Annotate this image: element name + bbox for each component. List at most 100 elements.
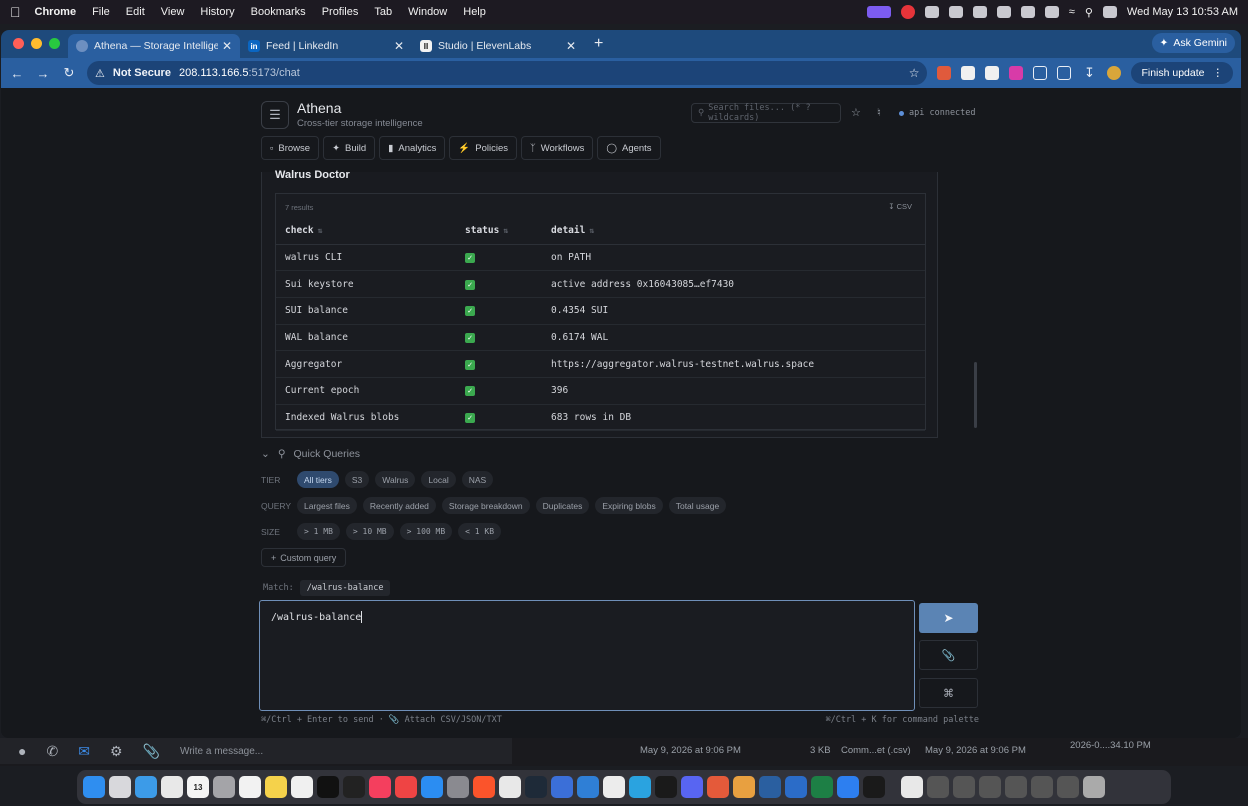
cursor-icon[interactable] (863, 776, 885, 798)
window-thumbnail-icon[interactable] (979, 776, 1001, 798)
send-button[interactable]: ➤ (919, 603, 978, 633)
minimize-window-icon[interactable] (31, 38, 42, 49)
freeform-icon[interactable] (291, 776, 313, 798)
app-icon[interactable] (759, 776, 781, 798)
column-header-detail[interactable]: detail ⇅ (542, 218, 925, 245)
chat-bubble-icon[interactable]: ✉ (78, 743, 90, 760)
tray-app-icon[interactable] (924, 6, 939, 18)
app-icon[interactable] (837, 776, 859, 798)
launchpad-icon[interactable] (109, 776, 131, 798)
message-input[interactable]: Write a message... (180, 746, 263, 757)
ask-gemini-button[interactable]: ✦ Ask Gemini (1151, 33, 1235, 53)
gear-icon[interactable]: ⚙ (110, 743, 123, 760)
query-chip[interactable]: Total usage (668, 497, 727, 514)
slack-icon[interactable] (603, 776, 625, 798)
bookmark-star-icon[interactable]: ☆ (909, 66, 920, 80)
tray-app-icon[interactable] (972, 6, 987, 18)
search-input[interactable]: ⚲ Search files... (* ? wildcards) (691, 103, 841, 123)
photos-icon[interactable] (161, 776, 183, 798)
tab-elevenlabs[interactable]: II Studio | ElevenLabs ✕ (412, 34, 584, 58)
music-icon[interactable] (369, 776, 391, 798)
tier-chip-s3[interactable]: S3 (344, 471, 370, 488)
tier-chip-walrus[interactable]: Walrus (375, 471, 416, 488)
tier-chip-all[interactable]: All tiers (297, 471, 339, 488)
address-bar[interactable]: ⚠ Not Secure 208.113.166.5:5173/chat ☆ (87, 61, 928, 85)
menu-app-name[interactable]: Chrome (35, 6, 77, 18)
window-thumbnail-icon[interactable] (1031, 776, 1053, 798)
brave-icon[interactable] (473, 776, 495, 798)
app-icon[interactable] (525, 776, 547, 798)
side-panel-icon[interactable] (1057, 66, 1072, 80)
menu-clock[interactable]: Wed May 13 10:53 AM (1127, 6, 1238, 18)
finder-icon[interactable] (83, 776, 105, 798)
extension-icon[interactable] (985, 66, 1000, 80)
discord-icon[interactable] (681, 776, 703, 798)
extension-icon[interactable] (961, 66, 976, 80)
menu-window[interactable]: Window (408, 6, 447, 18)
window-thumbnail-icon[interactable] (953, 776, 975, 798)
phone-icon[interactable]: ✆ (46, 743, 58, 760)
tray-app-icon[interactable] (948, 6, 963, 18)
finish-update-button[interactable]: Finish update ⋮ (1131, 62, 1233, 84)
star-icon[interactable]: ☆ (851, 106, 861, 119)
size-chip[interactable]: > 100 MB (399, 523, 453, 540)
app-icon[interactable] (733, 776, 755, 798)
menu-tab[interactable]: Tab (374, 6, 392, 18)
trash-icon[interactable] (1083, 776, 1105, 798)
size-chip[interactable]: > 1 MB (297, 523, 340, 540)
new-tab-icon[interactable]: + (594, 35, 603, 53)
news-icon[interactable] (395, 776, 417, 798)
menu-edit[interactable]: Edit (126, 6, 145, 18)
telegram-icon[interactable] (629, 776, 651, 798)
extension-icon[interactable] (937, 66, 952, 80)
close-window-icon[interactable] (13, 38, 24, 49)
command-palette-button[interactable]: ⌘ (919, 678, 978, 708)
contact-icon[interactable]: ● (18, 743, 26, 759)
apple-icon[interactable]:  (10, 4, 21, 20)
tv-icon[interactable] (317, 776, 339, 798)
keyboard-icon[interactable] (1020, 6, 1035, 18)
reload-icon[interactable]: ↻ (61, 65, 77, 81)
calendar-icon[interactable]: 13 (187, 776, 209, 798)
size-chip[interactable]: < 1 KB (458, 523, 502, 540)
column-header-check[interactable]: check ⇅ (276, 218, 456, 245)
query-chip[interactable]: Largest files (297, 497, 357, 514)
nav-policies[interactable]: ⚡ Policies (449, 136, 517, 160)
safari-icon[interactable] (135, 776, 157, 798)
column-header-status[interactable]: status ⇅ (456, 218, 542, 245)
menu-view[interactable]: View (161, 6, 185, 18)
window-thumbnail-icon[interactable] (927, 776, 949, 798)
menu-help[interactable]: Help (463, 6, 486, 18)
attach-button[interactable]: 📎 (919, 640, 978, 670)
app-store-icon[interactable] (421, 776, 443, 798)
forward-arrow-icon[interactable]: → (35, 66, 51, 81)
query-chip[interactable]: Duplicates (535, 497, 590, 514)
menu-history[interactable]: History (200, 6, 234, 18)
notes-icon[interactable] (265, 776, 287, 798)
download-icon[interactable]: ↧ (1081, 65, 1097, 81)
app-icon[interactable] (577, 776, 599, 798)
query-chip[interactable]: Recently added (362, 497, 436, 514)
nav-agents[interactable]: ◯ Agents (597, 136, 661, 160)
custom-query-button[interactable]: + Custom query (261, 548, 347, 567)
app-icon[interactable] (551, 776, 573, 798)
reminders-icon[interactable] (239, 776, 261, 798)
extensions-puzzle-icon[interactable] (1033, 66, 1048, 80)
export-csv-button[interactable]: ↧ CSV (888, 202, 912, 211)
system-settings-icon[interactable] (447, 776, 469, 798)
tab-athena[interactable]: Athena — Storage Intelligence ✕ (68, 34, 240, 58)
match-suggestion[interactable]: /walrus-balance (299, 580, 391, 596)
back-arrow-icon[interactable]: ← (9, 66, 25, 81)
quick-queries-toggle[interactable]: ⌄ ⚲ Quick Queries (261, 448, 360, 460)
cursor-icon[interactable] (655, 776, 677, 798)
profile-avatar[interactable] (1107, 66, 1122, 80)
menu-profiles[interactable]: Profiles (322, 6, 359, 18)
query-chip[interactable]: Storage breakdown (441, 497, 530, 514)
contacts-icon[interactable] (213, 776, 235, 798)
close-tab-icon[interactable]: ✕ (566, 39, 576, 53)
excel-icon[interactable] (811, 776, 833, 798)
chat-input[interactable]: /walrus-balance (259, 600, 915, 711)
tab-linkedin[interactable]: in Feed | LinkedIn ✕ (240, 34, 412, 58)
terminal-icon[interactable] (343, 776, 365, 798)
nav-analytics[interactable]: ▮ Analytics (379, 136, 446, 160)
